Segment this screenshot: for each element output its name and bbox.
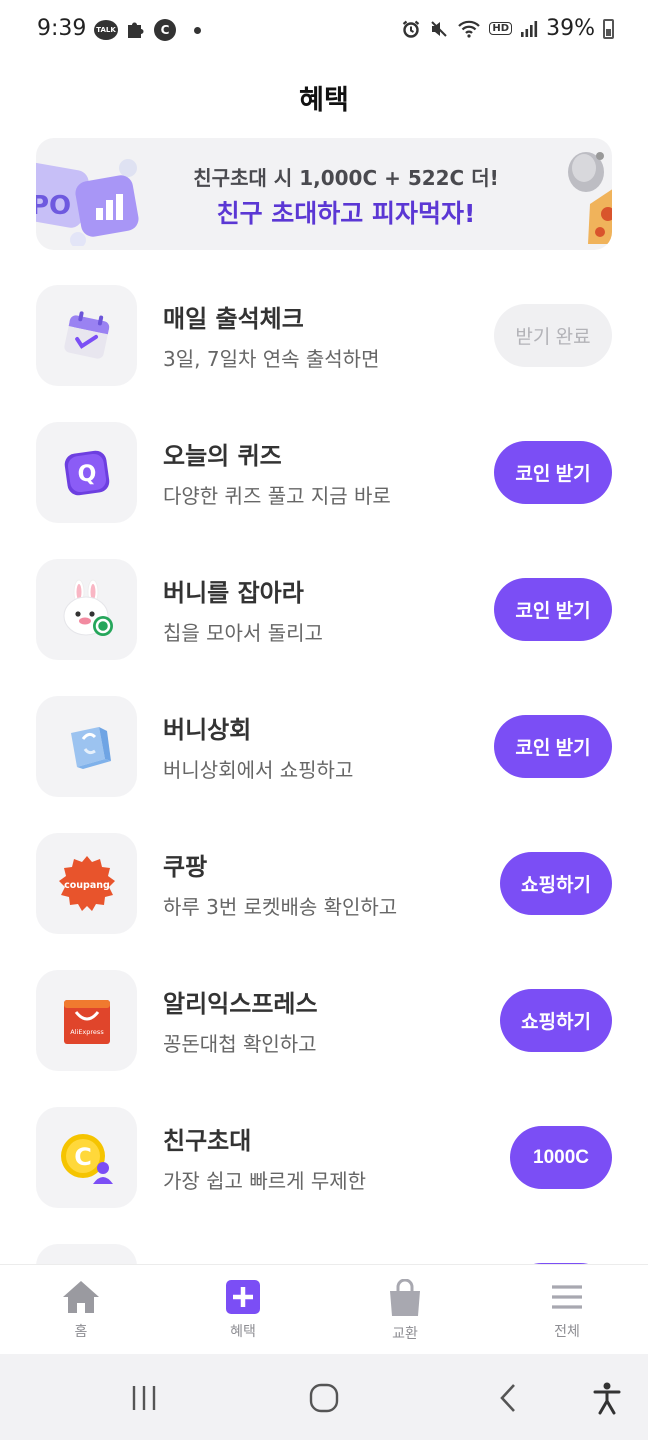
alarm-icon [403, 20, 420, 38]
banner-title: 친구 초대하고 피자먹자! [216, 199, 476, 228]
recent-apps-icon [132, 1386, 156, 1410]
item-subtitle: 가장 쉽고 빠르게 무제한 [163, 1169, 367, 1193]
get-coin-button[interactable]: 코인 받기 [494, 441, 612, 504]
battery-percentage: 39% [546, 16, 595, 41]
signal-icon [521, 20, 538, 37]
item-title: 버니상회 [163, 716, 252, 744]
list-item-attendance[interactable]: 매일 출석체크 3일, 7일차 연속 출석하면 받기 완료 [0, 285, 648, 387]
item-subtitle: 다양한 퀴즈 풀고 지금 바로 [163, 484, 391, 508]
kakaotalk-icon: TALK [94, 20, 118, 40]
back-chevron-icon [500, 1384, 515, 1412]
pizza-decoration-icon [568, 152, 612, 244]
nav-benefits[interactable]: 혜택 [162, 1265, 324, 1354]
shop-button[interactable]: 쇼핑하기 [500, 852, 612, 915]
list-item-quiz[interactable]: Q 오늘의 퀴즈 다양한 퀴즈 풀고 지금 바로 코인 받기 [0, 422, 648, 524]
c-app-icon: C [154, 19, 176, 41]
nav-label: 혜택 [230, 1324, 256, 1340]
coupang-logo: coupang [58, 855, 115, 911]
nav-label: 전체 [554, 1324, 580, 1340]
shopping-bag-icon [390, 1279, 420, 1316]
home-button[interactable] [302, 1378, 346, 1418]
item-title: 매일 출석체크 [163, 305, 304, 333]
system-navigation-bar [0, 1354, 648, 1440]
list-item-invite-friend[interactable]: C 친구초대 가장 쉽고 빠르게 무제한 1000C [0, 1107, 648, 1209]
more-notifications-dot-icon [194, 26, 201, 34]
item-subtitle: 하루 3번 로켓배송 확인하고 [163, 895, 398, 919]
item-title: 버니를 잡아라 [163, 579, 304, 607]
nav-label: 홈 [74, 1324, 88, 1340]
item-subtitle: 꽁돈대첩 확인하고 [163, 1032, 317, 1056]
status-time: 9:39 [37, 16, 87, 41]
system-status-icons: HD 39% [401, 16, 614, 41]
back-button[interactable] [486, 1378, 530, 1418]
notification-icons: TALK C [94, 18, 201, 42]
item-subtitle: 버니상회에서 쇼핑하고 [163, 758, 354, 782]
received-button[interactable]: 받기 완료 [494, 304, 612, 367]
item-subtitle: 칩을 모아서 돌리고 [163, 621, 323, 645]
battery-icon [603, 18, 614, 39]
shopping-bag-icon [70, 726, 111, 769]
recent-apps-button[interactable] [122, 1378, 166, 1418]
mute-icon [431, 20, 448, 37]
aliexpress-icon-box: AliExpress [36, 970, 137, 1071]
coin-friend-icon: C [60, 1133, 113, 1184]
aliexpress-logo: AliExpress [63, 999, 110, 1044]
accessibility-button[interactable] [585, 1378, 629, 1418]
list-item-bunny-shop[interactable]: 버니상회 버니상회에서 쇼핑하고 코인 받기 [0, 696, 648, 798]
invite-friend-banner[interactable]: PO 친구초대 시 1,000C + 522C 더! 친구 초대하고 피자먹자! [36, 138, 612, 250]
item-title: 친구초대 [163, 1127, 252, 1155]
shop-button[interactable]: 쇼핑하기 [500, 989, 612, 1052]
svg-text:Q: Q [77, 462, 96, 487]
nav-label: 교환 [392, 1326, 418, 1342]
coupang-icon-box: coupang [36, 833, 137, 934]
svg-text:AliExpress: AliExpress [70, 1028, 104, 1036]
invite-reward-button[interactable]: 1000C [510, 1126, 612, 1189]
page-title: 혜택 [299, 85, 349, 116]
status-bar: 9:39 TALK C HD 39% [0, 0, 648, 60]
list-item-aliexpress[interactable]: AliExpress 알리익스프레스 꽁돈대첩 확인하고 쇼핑하기 [0, 970, 648, 1072]
accessibility-icon [593, 1382, 621, 1415]
bunny-icon-box [36, 559, 137, 660]
puzzle-icon [128, 22, 144, 38]
nav-exchange[interactable]: 교환 [324, 1265, 486, 1354]
menu-icon [552, 1285, 582, 1309]
bottom-navigation: 홈 혜택 교환 전체 [0, 1264, 648, 1354]
hd-voice-icon: HD [489, 22, 513, 35]
item-subtitle: 3일, 7일차 연속 출석하면 [163, 347, 380, 371]
calendar-check-icon [63, 310, 109, 359]
home-circle-icon [309, 1383, 339, 1413]
svg-text:C: C [74, 1143, 92, 1171]
nav-home[interactable]: 홈 [0, 1265, 162, 1354]
list-item-bunny-game[interactable]: 버니를 잡아라 칩을 모아서 돌리고 코인 받기 [0, 559, 648, 661]
quiz-icon: Q [64, 450, 109, 495]
quiz-icon-box: Q [36, 422, 137, 523]
shop-icon-box [36, 696, 137, 797]
item-title: 오늘의 퀴즈 [163, 442, 282, 470]
get-coin-button[interactable]: 코인 받기 [494, 578, 612, 641]
attendance-icon-box [36, 285, 137, 386]
get-coin-button[interactable]: 코인 받기 [494, 715, 612, 778]
item-title: 쿠팡 [163, 853, 208, 881]
nav-all[interactable]: 전체 [486, 1265, 648, 1354]
bunny-icon [63, 579, 113, 636]
list-item-coupang[interactable]: coupang 쿠팡 하루 3번 로켓배송 확인하고 쇼핑하기 [0, 833, 648, 935]
item-title: 알리익스프레스 [163, 990, 318, 1018]
banner-subtitle: 친구초대 시 1,000C + 522C 더! [193, 166, 499, 190]
plus-square-icon [226, 1280, 260, 1314]
invite-icon-box: C [36, 1107, 137, 1208]
svg-text:coupang: coupang [64, 880, 110, 891]
wifi-icon [458, 20, 481, 38]
home-icon [63, 1281, 99, 1313]
